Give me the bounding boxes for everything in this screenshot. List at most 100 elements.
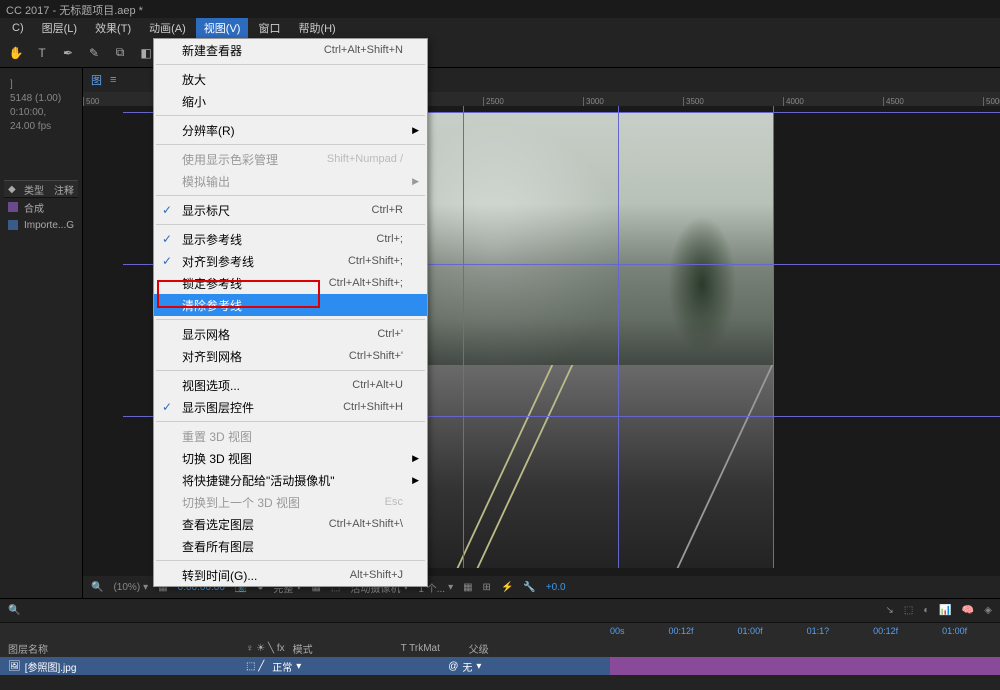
col-mode[interactable]: 模式 bbox=[293, 641, 393, 656]
submenu-arrow-icon: ▶ bbox=[412, 125, 419, 136]
time-tick: 01:00f bbox=[738, 626, 763, 636]
project-duration: 0:10:00, 24.00 fps bbox=[10, 106, 72, 134]
guide-vertical[interactable] bbox=[618, 106, 619, 568]
shortcut-text: Esc bbox=[385, 496, 403, 508]
menu-item-label: 对齐到网格 bbox=[182, 348, 242, 365]
col-layer-name[interactable]: 图层名称 bbox=[8, 641, 238, 656]
pickwhip-icon[interactable]: @ bbox=[448, 661, 458, 672]
menu-item[interactable]: 对齐到网格Ctrl+Shift+' bbox=[154, 345, 427, 367]
time-tick: 01:1? bbox=[807, 626, 830, 636]
shortcut-text: Ctrl+Alt+Shift+; bbox=[329, 277, 403, 289]
layer-name: [参照图].jpg bbox=[25, 659, 77, 674]
menu-bar: C)图层(L)效果(T)动画(A)视图(V)窗口帮助(H) bbox=[0, 18, 1000, 38]
menu-item[interactable]: 清除参考线 bbox=[154, 294, 427, 316]
project-item[interactable]: Importe...G bbox=[4, 216, 78, 234]
menu-item[interactable]: 图层(L) bbox=[34, 18, 85, 38]
menu-item[interactable]: 缩小 bbox=[154, 90, 427, 112]
col-comment[interactable]: 注释 bbox=[54, 182, 74, 197]
menu-item[interactable]: 查看选定图层Ctrl+Alt+Shift+\ bbox=[154, 513, 427, 535]
type-tool-icon[interactable]: T bbox=[32, 43, 52, 63]
project-info: ] 5148 (1.00) 0:10:00, 24.00 fps bbox=[4, 72, 78, 140]
menu-item[interactable]: 转到时间(G)... Alt+Shift+J bbox=[154, 564, 427, 586]
view-options-icon[interactable]: ▦ bbox=[463, 582, 472, 593]
menu-item-label: 清除参考线 bbox=[182, 297, 242, 314]
menu-item[interactable]: 锁定参考线Ctrl+Alt+Shift+; bbox=[154, 272, 427, 294]
menu-item[interactable]: ✓对齐到参考线Ctrl+Shift+; bbox=[154, 250, 427, 272]
menu-item[interactable]: 显示网格Ctrl+' bbox=[154, 323, 427, 345]
menu-item-label: 模拟输出 bbox=[182, 173, 230, 190]
time-tick: 00:12f bbox=[873, 626, 898, 636]
menu-separator bbox=[156, 560, 425, 561]
motion-blur-icon[interactable]: ◐ bbox=[923, 605, 929, 616]
col-switches[interactable]: ♀ ☀ ╲ fx bbox=[246, 643, 285, 654]
menu-item[interactable]: C) bbox=[4, 20, 32, 36]
menu-item-label: 使用显示色彩管理 bbox=[182, 151, 278, 168]
project-item[interactable]: 合成 bbox=[4, 198, 78, 216]
main-area: ] 5148 (1.00) 0:10:00, 24.00 fps ◆ 类型 注释… bbox=[0, 68, 1000, 598]
brush-tool-icon[interactable]: ✎ bbox=[84, 43, 104, 63]
search-icon[interactable]: 🔍 bbox=[8, 605, 20, 616]
menu-separator bbox=[156, 64, 425, 65]
menu-item[interactable]: 视图选项...Ctrl+Alt+U bbox=[154, 374, 427, 396]
tab-icon: 图 bbox=[91, 72, 102, 88]
pixel-aspect-icon[interactable]: ⊞ bbox=[483, 582, 491, 593]
menu-item-label: 转到时间(G)... bbox=[182, 567, 257, 584]
tag-icon[interactable]: ◆ bbox=[8, 184, 18, 195]
menu-item[interactable]: 分辨率(R)▶ bbox=[154, 119, 427, 141]
menu-item[interactable]: ✓显示图层控件Ctrl+Shift+H bbox=[154, 396, 427, 418]
menu-item-label: 显示图层控件 bbox=[182, 399, 254, 416]
menu-item[interactable]: 窗口 bbox=[250, 18, 288, 38]
fast-preview-icon[interactable]: ⚡ bbox=[501, 582, 513, 593]
clone-tool-icon[interactable]: ⧉ bbox=[110, 43, 130, 63]
shy-icon[interactable]: ↘ bbox=[886, 605, 894, 616]
zoom-dropdown[interactable]: (10%) ▾ bbox=[113, 582, 148, 593]
menu-item-label: 视图选项... bbox=[182, 377, 240, 394]
pen-tool-icon[interactable]: ✒ bbox=[58, 43, 78, 63]
col-type[interactable]: 类型 bbox=[24, 182, 44, 197]
timeline-columns-header: 图层名称 ♀ ☀ ╲ fx 模式 T TrkMat 父级 bbox=[0, 639, 1000, 657]
menu-item[interactable]: 帮助(H) bbox=[290, 18, 343, 38]
menu-item[interactable]: 效果(T) bbox=[87, 18, 139, 38]
wrench-icon[interactable]: 🔧 bbox=[523, 582, 535, 593]
view-menu-dropdown: 新建查看器Ctrl+Alt+Shift+N 放大缩小分辨率(R)▶ 使用显示色彩管理… bbox=[153, 38, 428, 587]
comp-icon bbox=[8, 202, 18, 212]
menu-icon[interactable]: ≡ bbox=[110, 74, 116, 86]
menu-item[interactable]: ✓显示参考线Ctrl+; bbox=[154, 228, 427, 250]
timeline-ruler[interactable]: 00s00:12f01:00f01:1?00:12f01:00f01:1?00:… bbox=[0, 623, 1000, 639]
blend-mode-dropdown[interactable]: 正常 bbox=[272, 659, 292, 674]
exposure-control[interactable]: +0.0 bbox=[546, 582, 566, 593]
project-dims: 5148 (1.00) bbox=[10, 92, 72, 106]
menu-item[interactable]: 视图(V) bbox=[196, 18, 249, 38]
time-tick: 00s bbox=[610, 626, 625, 636]
brain-icon[interactable]: 🧠 bbox=[962, 605, 974, 616]
menu-item[interactable]: 新建查看器Ctrl+Alt+Shift+N bbox=[154, 39, 427, 61]
switches[interactable]: ⬚ ╱ bbox=[246, 661, 264, 672]
col-parent[interactable]: 父级 bbox=[469, 641, 569, 656]
menu-item-label: 切换 3D 视图 bbox=[182, 450, 252, 467]
parent-dropdown[interactable]: 无 bbox=[462, 659, 472, 674]
timeline-header: 🔍 ↘ ⬚ ◐ 📊 🧠 ◈ bbox=[0, 599, 1000, 623]
shortcut-text: Ctrl+Shift+; bbox=[348, 255, 403, 267]
graph-icon[interactable]: 📊 bbox=[939, 605, 951, 616]
timeline-layer-row[interactable]: 🖼[参照图].jpg ⬚ ╱ 正常 ▾ @ 无 ▾ bbox=[0, 657, 1000, 675]
time-tick: 01:00f bbox=[942, 626, 967, 636]
col-trkmat[interactable]: T TrkMat bbox=[401, 643, 461, 654]
shortcut-text: Ctrl+Alt+Shift+\ bbox=[329, 518, 403, 530]
project-panel: ] 5148 (1.00) 0:10:00, 24.00 fps ◆ 类型 注释… bbox=[0, 68, 83, 598]
draft3d-icon[interactable]: ◈ bbox=[984, 605, 992, 616]
guide-vertical[interactable] bbox=[463, 106, 464, 568]
menu-item[interactable]: 查看所有图层 bbox=[154, 535, 427, 557]
menu-item[interactable]: 放大 bbox=[154, 68, 427, 90]
menu-item[interactable]: 切换 3D 视图▶ bbox=[154, 447, 427, 469]
guide-vertical[interactable] bbox=[773, 106, 774, 568]
image-icon: 🖼 bbox=[8, 661, 21, 672]
menu-item[interactable]: ✓显示标尺Ctrl+R bbox=[154, 199, 427, 221]
frame-blend-icon[interactable]: ⬚ bbox=[904, 605, 913, 616]
title-bar: CC 2017 - 无标题项目.aep * bbox=[0, 0, 1000, 18]
menu-item[interactable]: 将快捷键分配给"活动摄像机"▶ bbox=[154, 469, 427, 491]
menu-item[interactable]: 动画(A) bbox=[141, 18, 194, 38]
hand-tool-icon[interactable]: ✋ bbox=[6, 43, 26, 63]
magnify-icon[interactable]: 🔍 bbox=[91, 582, 103, 593]
menu-item-label: 新建查看器 bbox=[182, 42, 242, 59]
shortcut-text: Alt+Shift+J bbox=[350, 569, 403, 581]
